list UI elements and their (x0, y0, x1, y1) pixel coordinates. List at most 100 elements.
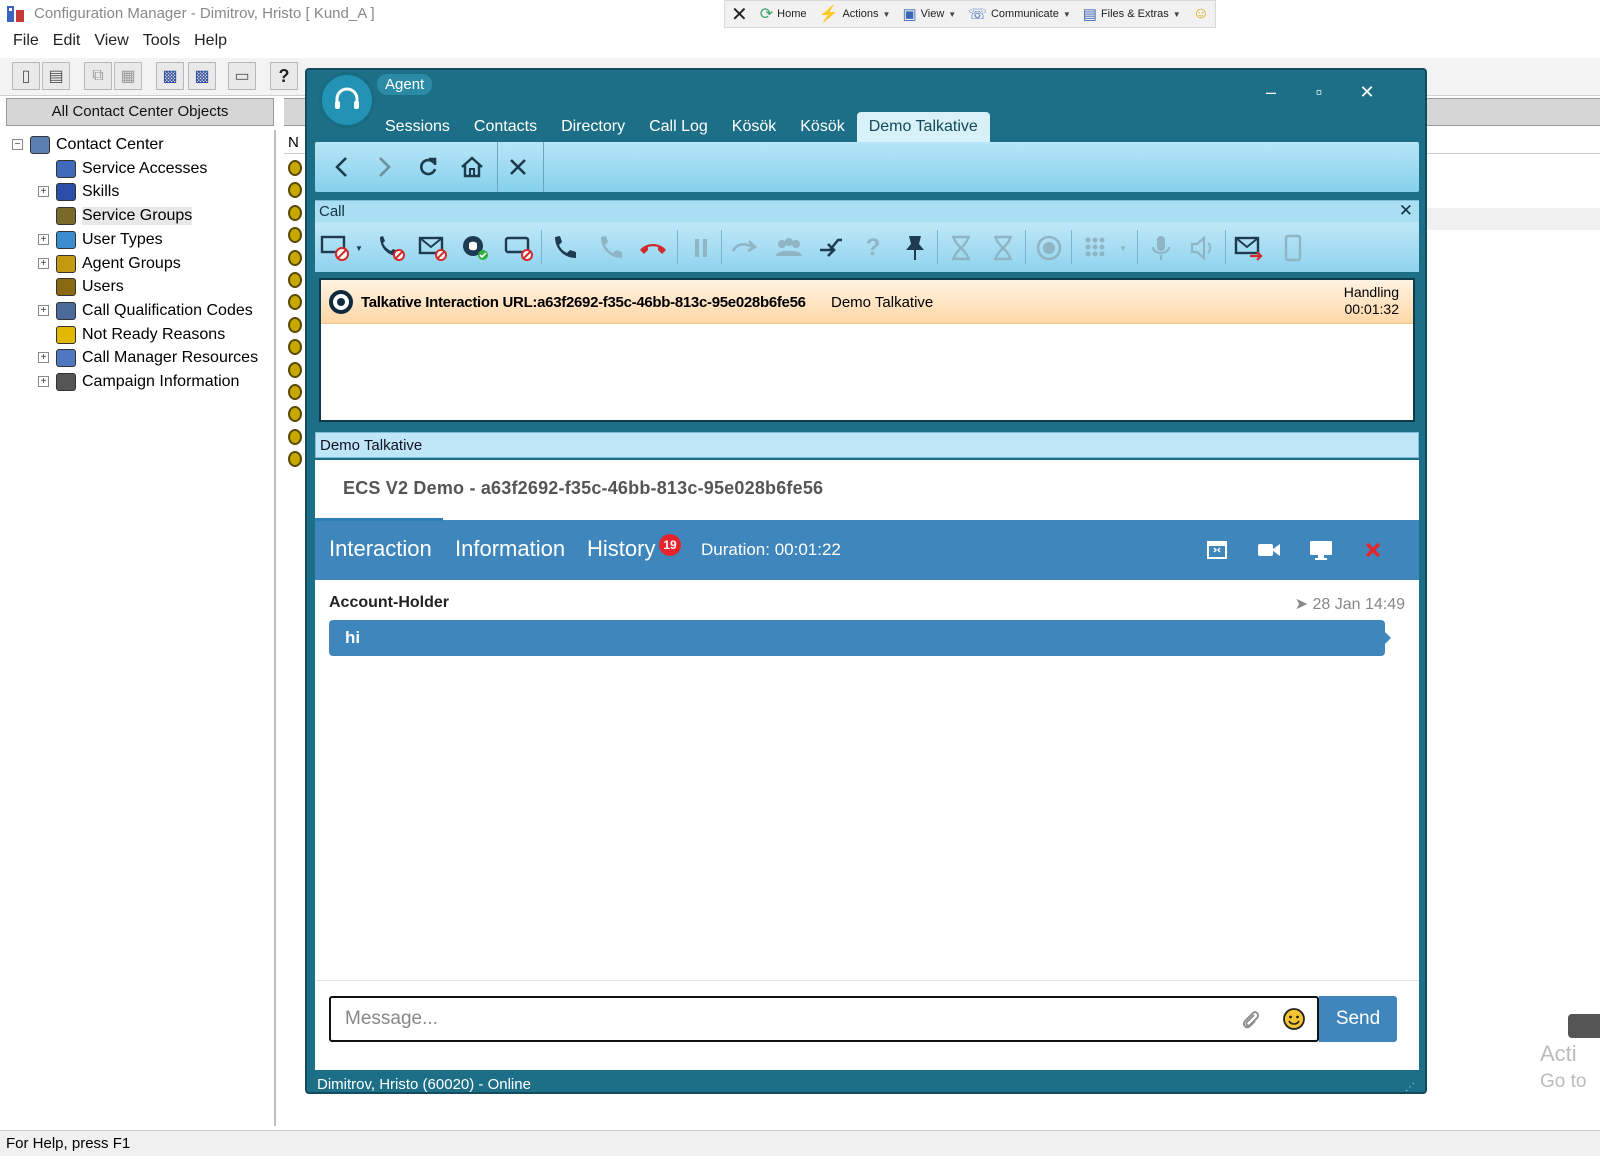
wrapup-stop-button[interactable] (987, 232, 1019, 264)
smiley-icon[interactable]: ☺ (1193, 5, 1209, 23)
speaker-button[interactable] (1187, 232, 1219, 264)
tree-item[interactable]: + Call Qualification Codes (38, 300, 253, 322)
tree-item[interactable]: Not Ready Reasons (56, 324, 225, 346)
list-item-icon[interactable] (288, 294, 302, 311)
tree-item[interactable]: + Agent Groups (38, 253, 181, 275)
forward-call-button[interactable] (729, 232, 761, 264)
tree-item[interactable]: Users (56, 276, 124, 298)
tree-item[interactable]: + Campaign Information (38, 371, 239, 393)
menu-view[interactable]: View (87, 30, 135, 54)
paste-button[interactable]: ▦ (114, 62, 142, 90)
tree-item[interactable]: + User Types (38, 229, 163, 251)
menu-edit[interactable]: Edit (46, 30, 88, 54)
mail-blocked-button[interactable] (417, 232, 449, 264)
call-button[interactable] (549, 232, 581, 264)
list-item-icon[interactable] (288, 160, 302, 176)
new-button[interactable]: ▯ (12, 62, 40, 90)
mail-forward-button[interactable] (1233, 232, 1265, 264)
menu-tools[interactable]: Tools (136, 30, 187, 54)
menu-help[interactable]: Help (187, 30, 234, 54)
menu-file[interactable]: File (6, 30, 46, 54)
maximize-button[interactable]: ▫ (1307, 82, 1331, 103)
export-button[interactable]: ▩ (156, 62, 184, 90)
chat-blocked-button[interactable] (503, 232, 535, 264)
microphone-button[interactable] (1145, 232, 1177, 264)
agent-tab[interactable]: Demo Talkative (856, 112, 990, 142)
transfer-button[interactable] (815, 232, 847, 264)
expand-icon[interactable]: + (38, 352, 49, 364)
tab-history[interactable]: History (587, 536, 655, 562)
tree-header[interactable]: All Contact Center Objects (6, 98, 274, 126)
close-icon[interactable]: ✕ (731, 2, 748, 27)
screen-share-button[interactable] (1307, 536, 1335, 564)
conference-button[interactable] (773, 232, 805, 264)
home-button[interactable]: ⟳ Home (760, 4, 807, 24)
expand-icon[interactable]: + (38, 304, 49, 316)
monitor-button[interactable]: ▭ (228, 62, 256, 90)
agent-tab[interactable]: Contacts (462, 112, 549, 142)
expand-icon[interactable]: + (38, 376, 49, 387)
ready-button[interactable] (459, 232, 491, 264)
expand-icon[interactable]: + (38, 186, 49, 198)
answer-button[interactable] (595, 232, 627, 264)
actions-button[interactable]: ⚡ Actions ▼ (819, 4, 891, 24)
list-item-icon[interactable] (288, 227, 302, 244)
side-tab[interactable] (1568, 1014, 1600, 1038)
list-item-icon[interactable] (288, 451, 302, 468)
emoji-icon[interactable] (1279, 1004, 1309, 1034)
stop-button[interactable] (499, 148, 537, 186)
chevron-down-icon[interactable]: ▼ (1119, 244, 1127, 253)
home-button[interactable] (453, 148, 491, 186)
agent-tab[interactable]: Directory (549, 112, 637, 142)
message-input[interactable] (329, 996, 1319, 1042)
import-button[interactable]: ▩ (188, 62, 216, 90)
communicate-button[interactable]: ☏ Communicate ▼ (968, 5, 1071, 23)
list-item-icon[interactable] (288, 428, 302, 445)
tree-item[interactable]: + Call Manager Resources (38, 347, 258, 369)
tree-item[interactable]: Service Accesses (56, 158, 207, 180)
agent-tab[interactable]: Kösök (788, 112, 856, 142)
chevron-down-icon[interactable]: ▼ (355, 244, 363, 253)
list-item-icon[interactable] (288, 339, 302, 356)
tree-item[interactable]: − Contact Center (12, 134, 164, 156)
list-item-icon[interactable] (288, 406, 302, 423)
view-button[interactable]: ▣ View ▼ (902, 5, 956, 23)
expand-icon[interactable]: + (38, 257, 49, 269)
resize-grip-icon[interactable]: ⋰ (1405, 1082, 1417, 1094)
refresh-button[interactable] (409, 148, 447, 186)
tree-item[interactable]: + Skills (38, 181, 119, 203)
video-button[interactable] (1255, 536, 1283, 564)
minimize-button[interactable]: – (1259, 82, 1283, 103)
phone-blocked-button[interactable] (375, 232, 407, 264)
list-item-icon[interactable] (288, 182, 302, 199)
pin-button[interactable] (899, 232, 931, 264)
collapse-icon[interactable]: − (12, 139, 23, 150)
call-selected-radio[interactable] (329, 290, 353, 314)
list-item-icon[interactable] (288, 361, 302, 378)
list-item-icon[interactable] (288, 384, 302, 400)
help-button[interactable]: ? (270, 62, 298, 90)
files-extras-button[interactable]: ▤ Files & Extras ▼ (1083, 5, 1181, 23)
forward-button[interactable] (365, 148, 403, 186)
list-item-icon[interactable] (288, 316, 302, 333)
screen-off-button[interactable] (319, 232, 351, 264)
embed-button[interactable] (1203, 536, 1231, 564)
consult-button[interactable]: ? (857, 232, 889, 264)
list-item-icon[interactable] (288, 249, 302, 266)
copy-button[interactable]: ⧉ (84, 62, 112, 90)
send-button[interactable]: Send (1319, 996, 1397, 1042)
paperclip-icon[interactable] (1235, 1004, 1265, 1034)
expand-icon[interactable]: + (38, 233, 49, 245)
mobile-button[interactable] (1277, 232, 1309, 264)
tab-information[interactable]: Information (455, 536, 565, 562)
agent-tab[interactable]: Kösök (720, 112, 788, 142)
end-chat-button[interactable] (1359, 536, 1387, 564)
agent-tab[interactable]: Call Log (637, 112, 720, 142)
list-item-icon[interactable] (288, 204, 302, 221)
dialpad-button[interactable] (1079, 232, 1111, 264)
tree-item[interactable]: Service Groups (56, 205, 193, 227)
close-icon[interactable]: ✕ (1399, 201, 1413, 221)
hold-button[interactable] (685, 232, 717, 264)
close-button[interactable]: ✕ (1355, 82, 1379, 103)
list-item-icon[interactable] (288, 272, 302, 288)
